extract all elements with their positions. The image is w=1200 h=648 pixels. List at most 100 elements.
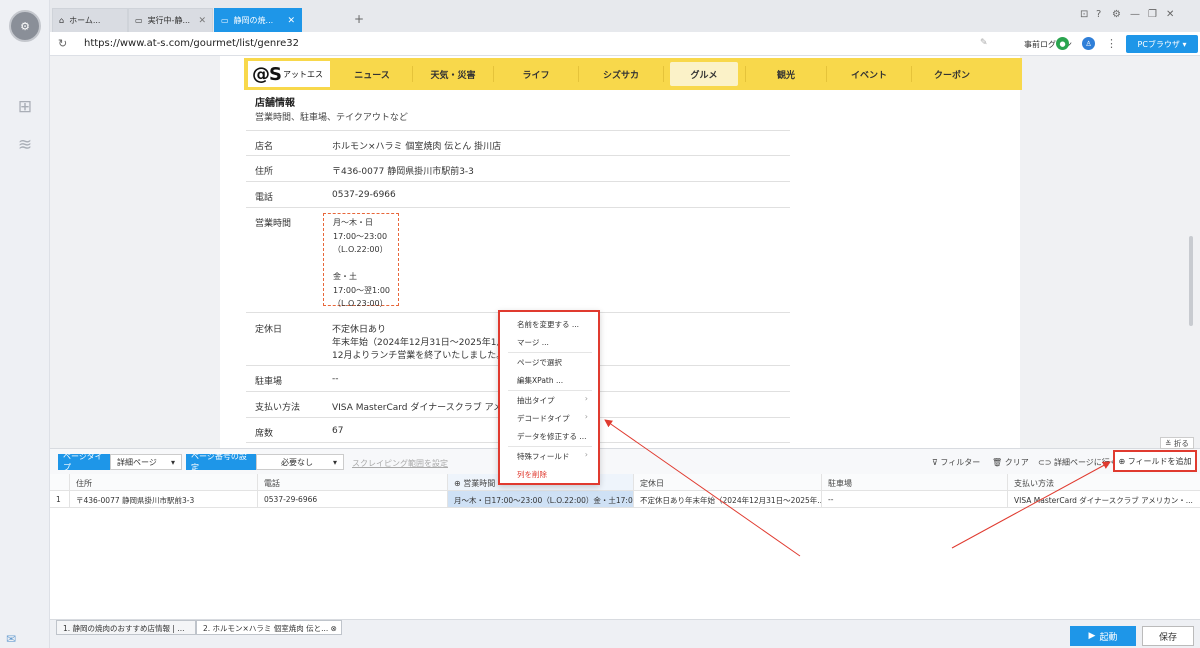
data-table: 住所 電話 ⊕ 営業時間 定休日 駐車場 支払い方法 1 〒436-0077 静… xyxy=(50,474,1200,619)
pc-browser-button[interactable]: PCブラウザ ▾ xyxy=(1126,35,1198,53)
close-window-icon[interactable]: ✕ xyxy=(1166,9,1174,20)
row-label: 電話 xyxy=(255,193,274,203)
new-tab-button[interactable]: + xyxy=(354,12,364,26)
table-cell[interactable]: 0537-29-6966 xyxy=(258,491,448,508)
restore-icon[interactable]: ❐ xyxy=(1148,9,1157,20)
nav-news[interactable]: ニュース xyxy=(332,62,412,86)
nav-gourmet[interactable]: グルメ xyxy=(670,62,738,86)
seats-value[interactable]: 67 xyxy=(332,426,343,436)
hours-line: 月〜木・日 xyxy=(333,218,373,227)
row-label: 定休日 xyxy=(255,325,283,335)
bottom-bar: 1. 静岡の焼肉のおすすめ店情報 | ... 2. ホルモン×ハラミ 個室焼肉 … xyxy=(50,619,1200,648)
table-cell[interactable]: VISA MasterCard ダイナースクラブ アメリカン・... xyxy=(1008,491,1200,508)
tab-home[interactable]: ⌂ ホーム... xyxy=(52,8,128,32)
link-icon: ⊂⊃ xyxy=(1038,458,1052,467)
layers-icon[interactable]: ≋ xyxy=(14,134,36,156)
scrape-range-link[interactable]: スクレイピング範囲を設定 xyxy=(352,458,448,469)
row-label: 席数 xyxy=(255,429,274,439)
page-tab-list[interactable]: 1. 静岡の焼肉のおすすめ店情報 | ... xyxy=(56,620,196,635)
minimize-icon[interactable]: — xyxy=(1130,9,1140,20)
parking-value[interactable]: -- xyxy=(332,374,339,384)
web-viewport: @S アットエス ニュース 天気・災害 ライフ シズサカ グルメ 観光 イベント… xyxy=(50,56,1200,448)
menu-divider xyxy=(508,352,592,353)
reload-icon[interactable]: ↻ xyxy=(58,37,67,50)
menu-fix-data[interactable]: データを修正する ... xyxy=(517,431,587,442)
table-cell-selected[interactable]: 月〜木・日17:00〜23:00（L.O.22:00）金・土17:00... xyxy=(448,491,634,508)
holiday-value[interactable]: 不定休日あり xyxy=(332,322,386,335)
tab-running[interactable]: ▭ 実行中-静... ✕ xyxy=(128,8,213,32)
gift-icon[interactable]: ⊡ xyxy=(1080,9,1088,20)
menu-decode-type[interactable]: デコードタイプ xyxy=(517,413,570,424)
url-field[interactable]: https://www.at-s.com/gourmet/list/genre3… xyxy=(84,38,299,49)
clear-button[interactable]: 🗑 クリア xyxy=(992,457,1029,468)
table-header[interactable]: 住所 xyxy=(70,474,258,491)
nav-tourism[interactable]: 観光 xyxy=(746,62,826,86)
close-icon[interactable]: ⊗ xyxy=(331,624,337,633)
vertical-scrollbar[interactable] xyxy=(1189,236,1193,326)
site-logo[interactable]: @S アットエス xyxy=(248,61,330,87)
nav-divider xyxy=(663,66,664,82)
page-tab-detail[interactable]: 2. ホルモン×ハラミ 個室焼肉 伝と... ⊗ xyxy=(196,620,342,635)
table-header[interactable]: 電話 xyxy=(258,474,448,491)
extension-icon[interactable]: ● xyxy=(1056,37,1069,50)
page-number-select[interactable]: 必要なし ▾ xyxy=(256,454,344,470)
web-page: @S アットエス ニュース 天気・災害 ライフ シズサカ グルメ 観光 イベント… xyxy=(220,56,1022,448)
menu-edit-xpath[interactable]: 編集XPath ... xyxy=(517,375,563,386)
accessibility-icon[interactable]: ♙ xyxy=(1082,37,1095,50)
settings-icon[interactable]: ⚙ xyxy=(1112,9,1121,20)
address-value[interactable]: 〒436-0077 静岡県掛川市駅前3-3 xyxy=(332,164,474,177)
table-cell[interactable]: 〒436-0077 静岡県掛川市駅前3-3 xyxy=(70,491,258,508)
shop-info-subtitle: 営業時間、駐車場、テイクアウトなど xyxy=(255,113,408,123)
nav-coupon[interactable]: クーポン xyxy=(912,62,992,86)
holiday-value-line3[interactable]: 12月よりランチ営業を終了いたしました。 xyxy=(332,348,505,361)
row-label: 住所 xyxy=(255,167,274,177)
add-field-button[interactable]: ⊕ フィールドを追加 xyxy=(1113,450,1197,472)
holiday-value-line2[interactable]: 年末年始（2024年12月31日〜2025年1月3 xyxy=(332,335,511,348)
close-icon[interactable]: ✕ xyxy=(287,16,295,26)
filter-button[interactable]: ⊽ フィルター xyxy=(932,457,980,468)
save-button[interactable]: 保存 xyxy=(1142,626,1194,646)
app-logo-icon: ⚙ xyxy=(9,10,41,42)
page-type-select[interactable]: 詳細ページ ▾ xyxy=(110,454,182,470)
phone-value[interactable]: 0537-29-6966 xyxy=(332,190,396,200)
app-sidebar: ⚙ ⊞ ≋ xyxy=(0,0,50,648)
payment-value[interactable]: VISA MasterCard ダイナースクラブ アメリ xyxy=(332,400,511,413)
page-icon: ▭ xyxy=(221,16,229,25)
table-header[interactable]: 支払い方法 xyxy=(1008,474,1200,491)
menu-special-field[interactable]: 特殊フィールド xyxy=(517,451,569,462)
mail-icon[interactable]: ✉ xyxy=(6,632,16,646)
edit-icon[interactable]: ✎ xyxy=(980,38,988,48)
menu-delete-column[interactable]: 列を削除 xyxy=(517,469,547,480)
shop-info-title: 店舗情報 xyxy=(255,98,295,109)
tab-active-page[interactable]: ▭ 静岡の焼... ✕ xyxy=(214,8,302,32)
help-icon[interactable]: ? xyxy=(1096,9,1101,20)
hours-value-selected[interactable]: 月〜木・日 17:00〜23:00 （L.O.22:00） 金・土 17:00〜… xyxy=(323,213,399,308)
nav-events[interactable]: イベント xyxy=(827,62,911,86)
nav-shizusaka[interactable]: シズサカ xyxy=(579,62,663,86)
table-cell[interactable]: -- xyxy=(822,491,1008,508)
info-row: 電話 0537-29-6966 xyxy=(246,181,790,207)
fold-button[interactable]: ≚ 折る xyxy=(1160,437,1194,449)
hours-line: 17:00〜23:00 xyxy=(333,231,388,241)
nav-weather[interactable]: 天気・災害 xyxy=(413,62,493,86)
new-task-icon[interactable]: ⊞ xyxy=(14,96,36,118)
menu-merge[interactable]: マージ ... xyxy=(517,337,549,348)
table-row-index: 1 xyxy=(50,491,70,508)
hours-line xyxy=(333,257,398,271)
close-icon[interactable]: ✕ xyxy=(198,16,206,26)
menu-extract-type[interactable]: 抽出タイプ xyxy=(517,395,555,406)
table-cell[interactable]: 不定休日あり年末年始（2024年12月31日〜2025年... xyxy=(634,491,822,508)
goto-detail-button[interactable]: ⊂⊃ 詳細ページに行く xyxy=(1038,457,1118,468)
plus-circle-icon: ⊕ xyxy=(1118,456,1126,466)
more-icon[interactable]: ⋮ xyxy=(1106,37,1117,50)
shop-name-value[interactable]: ホルモン×ハラミ 個室焼肉 伝とん 掛川店 xyxy=(332,139,501,152)
menu-rename[interactable]: 名前を変更する ... xyxy=(517,319,579,330)
menu-divider xyxy=(508,446,592,447)
menu-select-in-page[interactable]: ページで選択 xyxy=(517,357,562,368)
table-header[interactable]: 駐車場 xyxy=(822,474,1008,491)
nav-life[interactable]: ライフ xyxy=(494,62,578,86)
chevron-right-icon: › xyxy=(584,450,588,459)
run-button[interactable]: ▶ 起動 xyxy=(1070,626,1136,646)
hours-line: （L.O.23:00） xyxy=(333,299,388,308)
table-header[interactable]: 定休日 xyxy=(634,474,822,491)
